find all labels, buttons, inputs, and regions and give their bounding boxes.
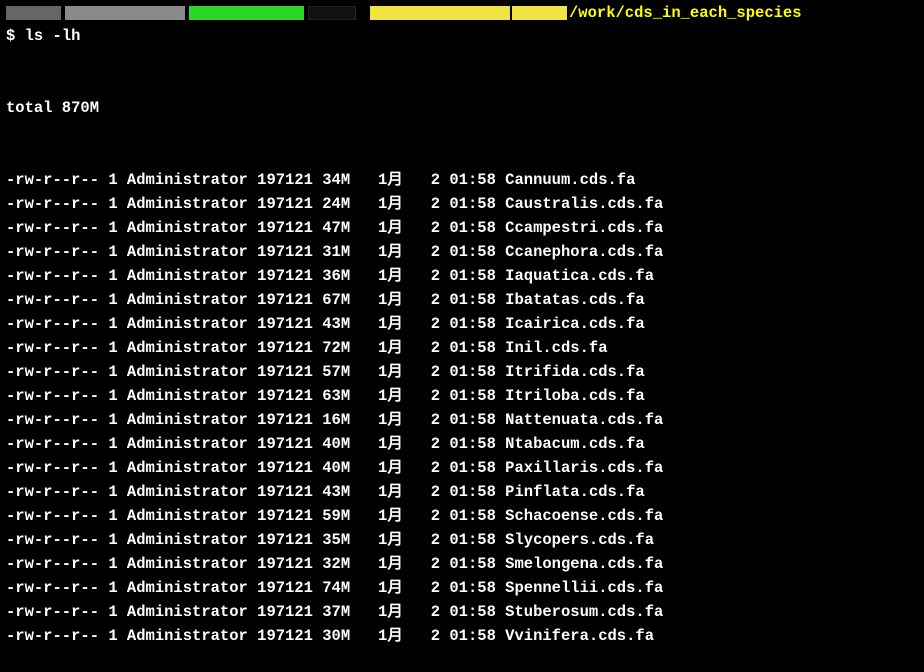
file-row: -rw-r--r-- 1 Administrator 197121 72M 1月… (6, 336, 918, 360)
file-row: -rw-r--r-- 1 Administrator 197121 40M 1月… (6, 456, 918, 480)
file-row: -rw-r--r-- 1 Administrator 197121 36M 1月… (6, 264, 918, 288)
redacted-segment (308, 6, 356, 20)
file-row: -rw-r--r-- 1 Administrator 197121 32M 1月… (6, 552, 918, 576)
redacted-segment (512, 6, 567, 20)
file-row: -rw-r--r-- 1 Administrator 197121 43M 1月… (6, 480, 918, 504)
file-row: -rw-r--r-- 1 Administrator 197121 30M 1月… (6, 624, 918, 648)
file-row: -rw-r--r-- 1 Administrator 197121 74M 1月… (6, 576, 918, 600)
file-row: -rw-r--r-- 1 Administrator 197121 31M 1月… (6, 240, 918, 264)
title-bar: /work/cds_in_each_species (6, 2, 918, 24)
typed-command: ls -lh (25, 27, 81, 45)
file-row: -rw-r--r-- 1 Administrator 197121 24M 1月… (6, 192, 918, 216)
redacted-segment (189, 6, 304, 20)
file-row: -rw-r--r-- 1 Administrator 197121 37M 1月… (6, 600, 918, 624)
redacted-segment (65, 6, 185, 20)
prompt-symbol: $ (6, 27, 25, 45)
redacted-segment (6, 6, 61, 20)
file-row: -rw-r--r-- 1 Administrator 197121 67M 1月… (6, 288, 918, 312)
command-line[interactable]: $ ls -lh (6, 24, 918, 48)
file-row: -rw-r--r-- 1 Administrator 197121 63M 1月… (6, 384, 918, 408)
file-row: -rw-r--r-- 1 Administrator 197121 59M 1月… (6, 504, 918, 528)
file-row: -rw-r--r-- 1 Administrator 197121 57M 1月… (6, 360, 918, 384)
file-row: -rw-r--r-- 1 Administrator 197121 47M 1月… (6, 216, 918, 240)
total-line: total 870M (6, 96, 918, 120)
ls-output: total 870M -rw-r--r-- 1 Administrator 19… (6, 48, 918, 672)
file-row: -rw-r--r-- 1 Administrator 197121 16M 1月… (6, 408, 918, 432)
file-row: -rw-r--r-- 1 Administrator 197121 43M 1月… (6, 312, 918, 336)
cwd-path: /work/cds_in_each_species (569, 1, 802, 25)
redacted-segment (370, 6, 510, 20)
file-row: -rw-r--r-- 1 Administrator 197121 40M 1月… (6, 432, 918, 456)
file-row: -rw-r--r-- 1 Administrator 197121 35M 1月… (6, 528, 918, 552)
file-row: -rw-r--r-- 1 Administrator 197121 34M 1月… (6, 168, 918, 192)
